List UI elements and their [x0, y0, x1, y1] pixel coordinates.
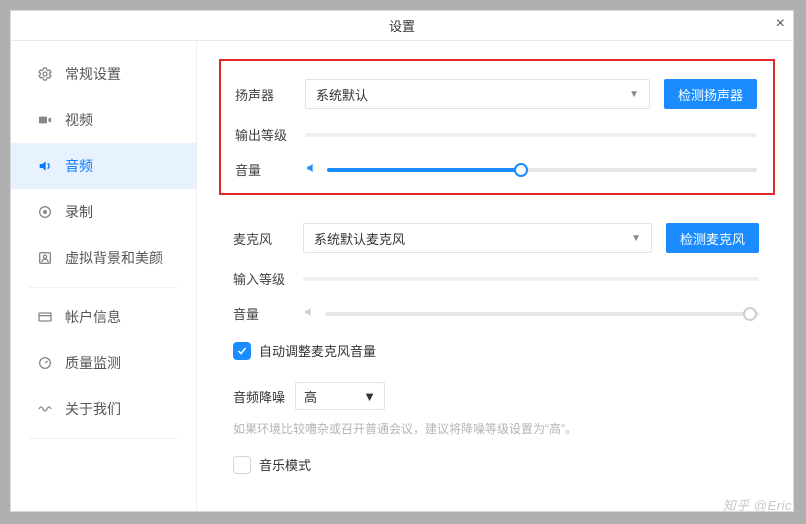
- mic-selected: 系统默认麦克风: [314, 229, 405, 248]
- window-title: 设置: [389, 16, 415, 35]
- sidebar-item-account[interactable]: 帐户信息: [11, 294, 196, 340]
- input-level-meter: [303, 277, 759, 281]
- speaker-on-icon[interactable]: [305, 161, 319, 178]
- speaker-volume-label: 音量: [235, 160, 305, 179]
- titlebar: 设置 ×: [11, 11, 793, 41]
- noise-hint: 如果环境比较嘈杂或召开普通会议，建议将降噪等级设置为“高”。: [233, 420, 759, 439]
- noise-label: 音频降噪: [233, 387, 285, 406]
- sidebar-item-label: 音频: [65, 156, 93, 176]
- content-panel: 扬声器 系统默认 ▼ 检测扬声器 输出等级 音量: [197, 41, 793, 511]
- record-icon: [37, 204, 53, 220]
- input-level-label: 输入等级: [233, 269, 303, 288]
- test-mic-button[interactable]: 检测麦克风: [666, 223, 759, 253]
- audio-icon: [37, 158, 53, 174]
- sidebar: 常规设置 视频 音频 录制 虚拟背景和美颜: [11, 41, 197, 511]
- sidebar-item-label: 质量监测: [65, 353, 121, 373]
- output-level-meter: [305, 133, 757, 137]
- portrait-icon: [37, 250, 53, 266]
- noise-select[interactable]: 高 ▼: [295, 382, 385, 410]
- speaker-muted-icon[interactable]: [303, 305, 317, 322]
- sidebar-item-video[interactable]: 视频: [11, 97, 196, 143]
- sidebar-item-label: 视频: [65, 110, 93, 130]
- divider: [29, 438, 178, 439]
- speaker-selected: 系统默认: [316, 85, 368, 104]
- noise-selected: 高: [304, 387, 317, 406]
- mic-volume-slider[interactable]: [325, 312, 759, 316]
- wave-icon: [37, 401, 53, 417]
- auto-adjust-checkbox[interactable]: [233, 342, 251, 360]
- sidebar-item-record[interactable]: 录制: [11, 189, 196, 235]
- test-speaker-button[interactable]: 检测扬声器: [664, 79, 757, 109]
- speaker-label: 扬声器: [235, 85, 305, 104]
- caret-down-icon: ▼: [629, 89, 639, 100]
- sidebar-item-virtual-bg[interactable]: 虚拟背景和美颜: [11, 235, 196, 281]
- sidebar-item-about[interactable]: 关于我们: [11, 386, 196, 432]
- music-mode-checkbox[interactable]: [233, 456, 251, 474]
- gauge-icon: [37, 355, 53, 371]
- caret-down-icon: ▼: [363, 389, 376, 404]
- mic-label: 麦克风: [233, 229, 303, 248]
- sidebar-item-quality[interactable]: 质量监测: [11, 340, 196, 386]
- output-level-label: 输出等级: [235, 125, 305, 144]
- sidebar-item-audio[interactable]: 音频: [11, 143, 196, 189]
- video-icon: [37, 112, 53, 128]
- sidebar-item-label: 常规设置: [65, 64, 121, 84]
- speaker-select[interactable]: 系统默认 ▼: [305, 79, 650, 109]
- sidebar-item-label: 帐户信息: [65, 307, 121, 327]
- sidebar-item-label: 关于我们: [65, 399, 121, 419]
- caret-down-icon: ▼: [631, 233, 641, 244]
- sidebar-item-general[interactable]: 常规设置: [11, 51, 196, 97]
- gear-icon: [37, 66, 53, 82]
- mic-select[interactable]: 系统默认麦克风 ▼: [303, 223, 652, 253]
- card-icon: [37, 309, 53, 325]
- mic-volume-label: 音量: [233, 304, 303, 323]
- divider: [29, 287, 178, 288]
- settings-window: 设置 × 常规设置 视频 音频 录制: [10, 10, 794, 512]
- highlight-box: 扬声器 系统默认 ▼ 检测扬声器 输出等级 音量: [219, 59, 775, 195]
- speaker-volume-slider[interactable]: [327, 168, 757, 172]
- music-mode-label: 音乐模式: [259, 455, 311, 474]
- close-icon[interactable]: ×: [776, 15, 785, 33]
- sidebar-item-label: 虚拟背景和美颜: [65, 248, 163, 268]
- auto-adjust-label: 自动调整麦克风音量: [259, 341, 376, 360]
- sidebar-item-label: 录制: [65, 202, 93, 222]
